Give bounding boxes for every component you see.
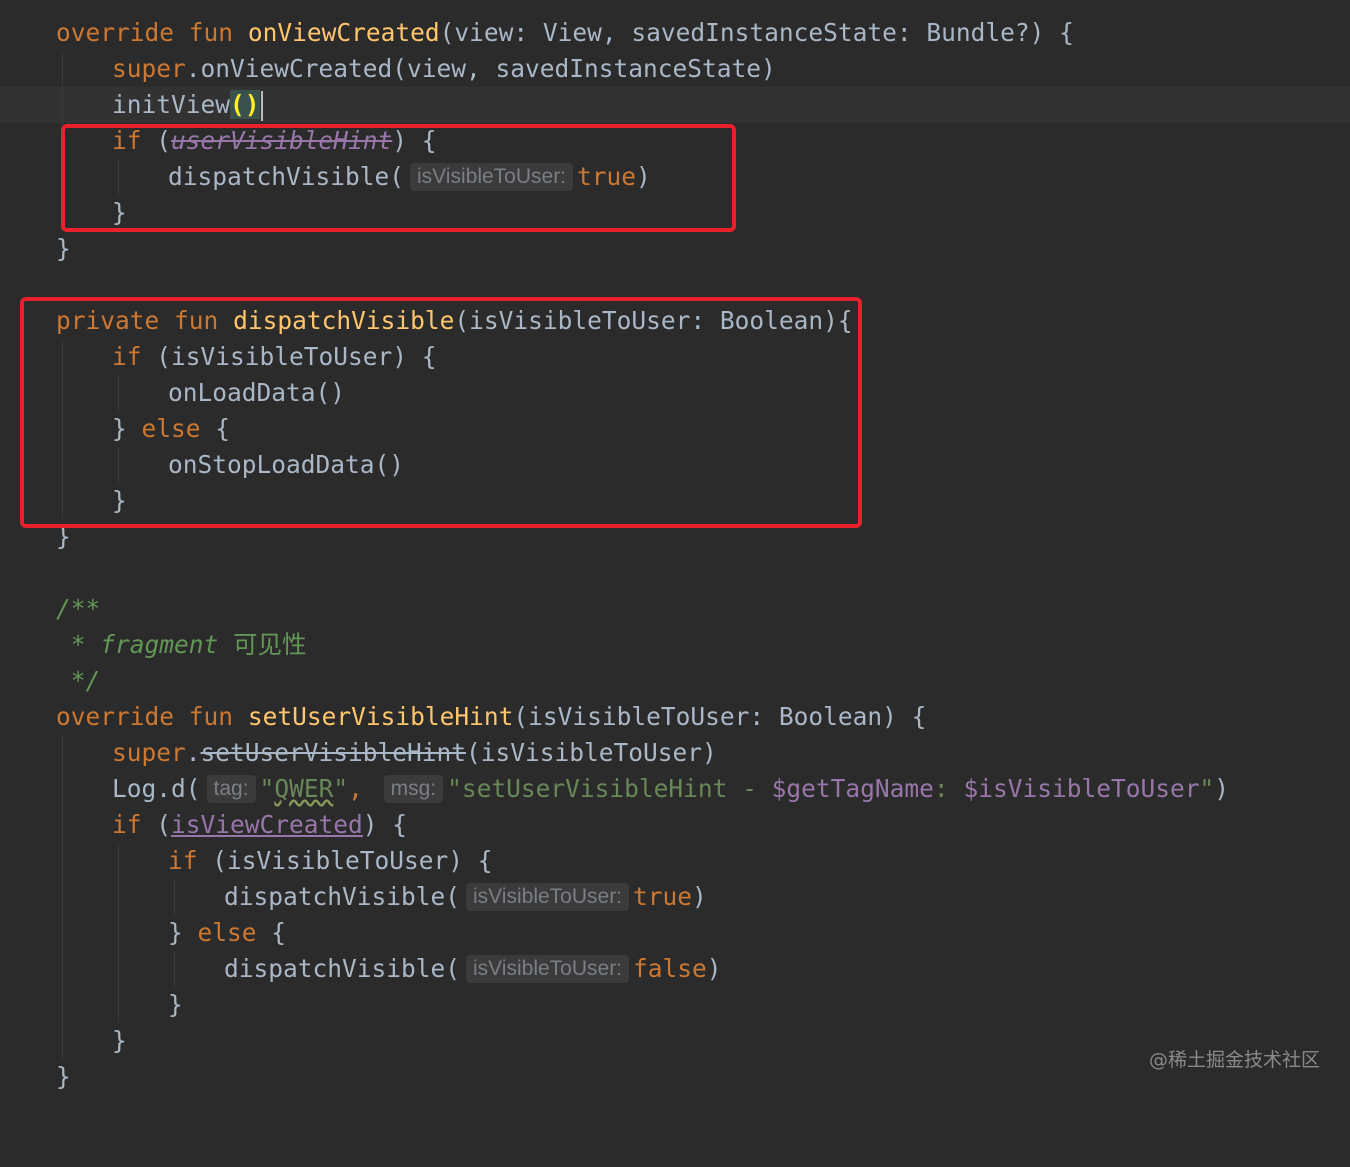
code-text: Log.d( <box>112 774 201 803</box>
code-line[interactable]: super.onViewCreated(view, savedInstanceS… <box>0 51 1350 87</box>
doc-comment: * <box>56 630 101 659</box>
code-text: { <box>256 918 287 947</box>
keyword: fun <box>188 18 234 47</box>
code-line[interactable]: super.setUserVisibleHint(isVisibleToUser… <box>0 735 1350 771</box>
string-literal: " <box>259 774 275 803</box>
doc-comment: fragment <box>100 630 219 659</box>
matched-parens: () <box>230 90 260 119</box>
code-editor[interactable]: override fun onViewCreated(view: View, s… <box>0 0 1350 1100</box>
code-line[interactable]: if (isVisibleToUser) { <box>0 843 1350 879</box>
code-text: (isVisibleToUser: Boolean) { <box>513 702 927 731</box>
code-text: , <box>348 774 363 803</box>
string-literal: "setUserVisibleHint - <box>447 774 772 803</box>
string-literal: " <box>333 774 349 803</box>
code-text: dispatchVisible( <box>224 954 461 983</box>
function-name: setUserVisibleHint <box>247 702 514 731</box>
code-line[interactable]: } <box>0 231 1350 267</box>
code-line[interactable]: override fun setUserVisibleHint(isVisibl… <box>0 699 1350 735</box>
keyword: true <box>633 882 693 911</box>
code-line[interactable]: override fun onViewCreated(view: View, s… <box>0 15 1350 51</box>
deprecated-call: setUserVisibleHint <box>200 738 467 767</box>
string-literal: : <box>933 774 964 803</box>
code-line[interactable]: } <box>0 987 1350 1023</box>
keyword: if <box>168 846 198 875</box>
code-text: } <box>168 990 183 1019</box>
parameter-hint: tag: <box>206 775 256 803</box>
code-line[interactable]: Log.d(tag: "QWER", msg: "setUserVisibleHin… <box>0 771 1350 807</box>
code-text: ) <box>692 882 707 911</box>
code-line[interactable]: */ <box>0 663 1350 699</box>
string-literal: " <box>1199 774 1215 803</box>
highlight-box-if-block <box>61 124 736 232</box>
code-text: (view: View, savedInstanceState: Bundle?… <box>439 18 1074 47</box>
keyword: super <box>112 738 186 767</box>
keyword: false <box>633 954 707 983</box>
code-line[interactable]: dispatchVisible(isVisibleToUser: false) <box>0 951 1350 987</box>
doc-comment: */ <box>56 666 101 695</box>
code-text: (isVisibleToUser) <box>466 738 717 767</box>
code-line[interactable]: dispatchVisible(isVisibleToUser: true) <box>0 879 1350 915</box>
current-code-line[interactable]: initView() <box>0 87 1350 123</box>
parameter-hint: isVisibleToUser: <box>466 883 630 911</box>
watermark: @稀土掘金技术社区 <box>1148 1049 1320 1071</box>
highlight-box-dispatch-function <box>20 297 862 528</box>
code-text: ) { <box>362 810 408 839</box>
code-text: } <box>168 918 198 947</box>
code-line[interactable]: } <box>0 1059 1350 1095</box>
keyword: super <box>112 54 186 83</box>
code-line[interactable]: /** <box>0 591 1350 627</box>
keyword: override <box>56 18 175 47</box>
code-text: ) <box>1214 774 1229 803</box>
keyword: fun <box>188 702 234 731</box>
code-text: (isVisibleToUser) { <box>197 846 493 875</box>
string-literal: QWER <box>274 774 334 803</box>
parameter-hint: isVisibleToUser: <box>466 955 630 983</box>
code-line[interactable]: if (isViewCreated) { <box>0 807 1350 843</box>
string-template: $isVisibleToUser <box>963 774 1200 803</box>
code-text: initView <box>112 90 231 119</box>
text-caret <box>260 91 263 121</box>
function-name: onViewCreated <box>247 18 440 47</box>
keyword: else <box>197 918 257 947</box>
code-text: .onViewCreated(view, savedInstanceState) <box>185 54 776 83</box>
doc-comment: /** <box>56 594 101 623</box>
code-text: . <box>185 738 201 767</box>
doc-comment: 可见性 <box>233 630 307 659</box>
code-line[interactable]: * fragment 可见性 <box>0 627 1350 663</box>
property-reference: isViewCreated <box>171 810 363 839</box>
code-text: ) <box>706 954 722 983</box>
code-text: } <box>56 1062 71 1091</box>
keyword: override <box>56 702 175 731</box>
string-template: $getTagName <box>771 774 934 803</box>
keyword: if <box>112 810 142 839</box>
code-text: } <box>56 234 71 263</box>
code-text: } <box>112 1026 127 1055</box>
code-text: ( <box>141 810 172 839</box>
code-line[interactable]: } else { <box>0 915 1350 951</box>
code-text: dispatchVisible( <box>224 882 461 911</box>
parameter-hint: msg: <box>383 775 444 803</box>
code-line[interactable]: } <box>0 1023 1350 1059</box>
